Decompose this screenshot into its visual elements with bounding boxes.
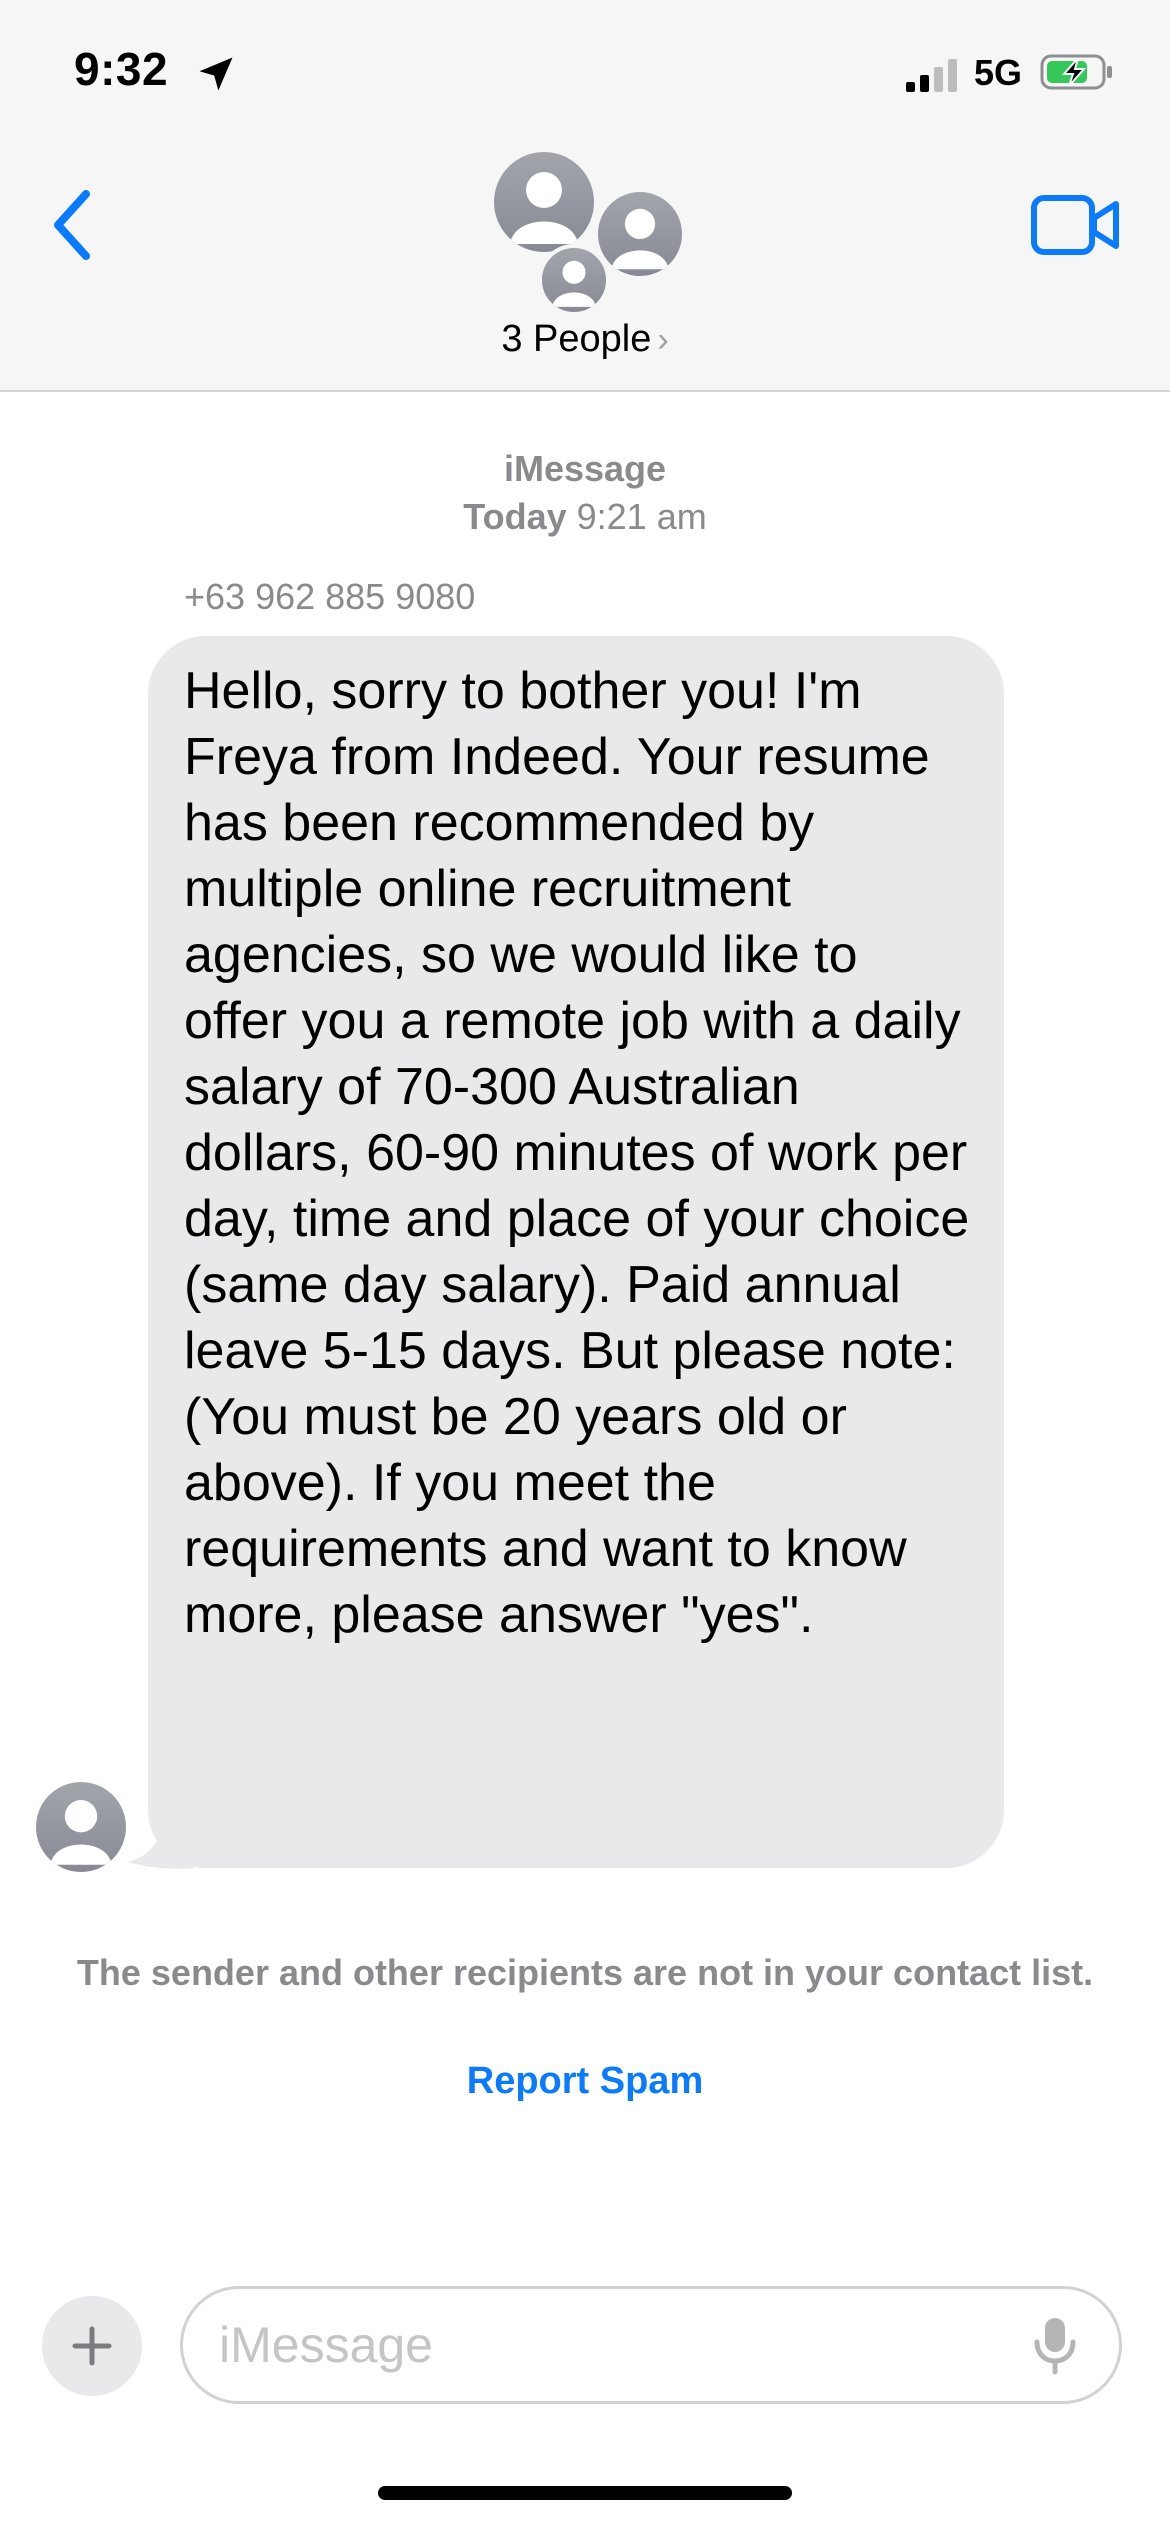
chevron-right-icon: › xyxy=(657,321,669,359)
battery-charging-icon xyxy=(1040,54,1112,90)
message-input[interactable] xyxy=(180,2286,1122,2404)
timestamp-time: 9:21 am xyxy=(576,496,707,537)
message-timestamp: Today 9:21 am xyxy=(0,496,1170,538)
apps-plus-button[interactable] xyxy=(42,2296,142,2396)
message-text: Hello, sorry to bother you! I'm Freya fr… xyxy=(184,662,970,1644)
service-label: iMessage xyxy=(503,448,667,489)
avatar xyxy=(538,244,610,316)
signal-bars-icon xyxy=(906,59,957,92)
network-type: 5G xyxy=(974,52,1023,93)
conversation-header: 9:32 5G 3 People › xyxy=(0,0,1170,392)
sender-number: +63 962 885 9080 xyxy=(184,576,476,617)
bubble-tail xyxy=(128,1818,194,1869)
facetime-video-button[interactable] xyxy=(1030,190,1122,260)
conversation-title-text: 3 People xyxy=(501,318,652,360)
report-spam-link[interactable]: Report Spam xyxy=(0,2060,1170,2103)
status-time: 9:32 xyxy=(74,43,169,95)
unknown-sender-notice: The sender and other recipients are not … xyxy=(76,1952,1094,1993)
conversation-title[interactable]: 3 People › xyxy=(0,318,1170,361)
timestamp-day: Today xyxy=(463,496,567,537)
home-indicator[interactable] xyxy=(378,2486,792,2500)
chevron-left-icon xyxy=(54,190,90,260)
microphone-icon[interactable] xyxy=(1030,2316,1080,2376)
back-button[interactable] xyxy=(40,180,110,270)
sender-avatar[interactable] xyxy=(36,1782,126,1872)
group-avatar-icon[interactable] xyxy=(488,148,688,318)
plus-icon xyxy=(72,2326,112,2366)
avatar xyxy=(594,188,686,280)
person-icon xyxy=(50,1800,112,1865)
location-arrow-icon xyxy=(199,57,233,91)
incoming-message-bubble[interactable]: Hello, sorry to bother you! I'm Freya fr… xyxy=(148,636,1004,1868)
avatar xyxy=(490,148,598,256)
video-camera-icon xyxy=(1031,195,1119,255)
